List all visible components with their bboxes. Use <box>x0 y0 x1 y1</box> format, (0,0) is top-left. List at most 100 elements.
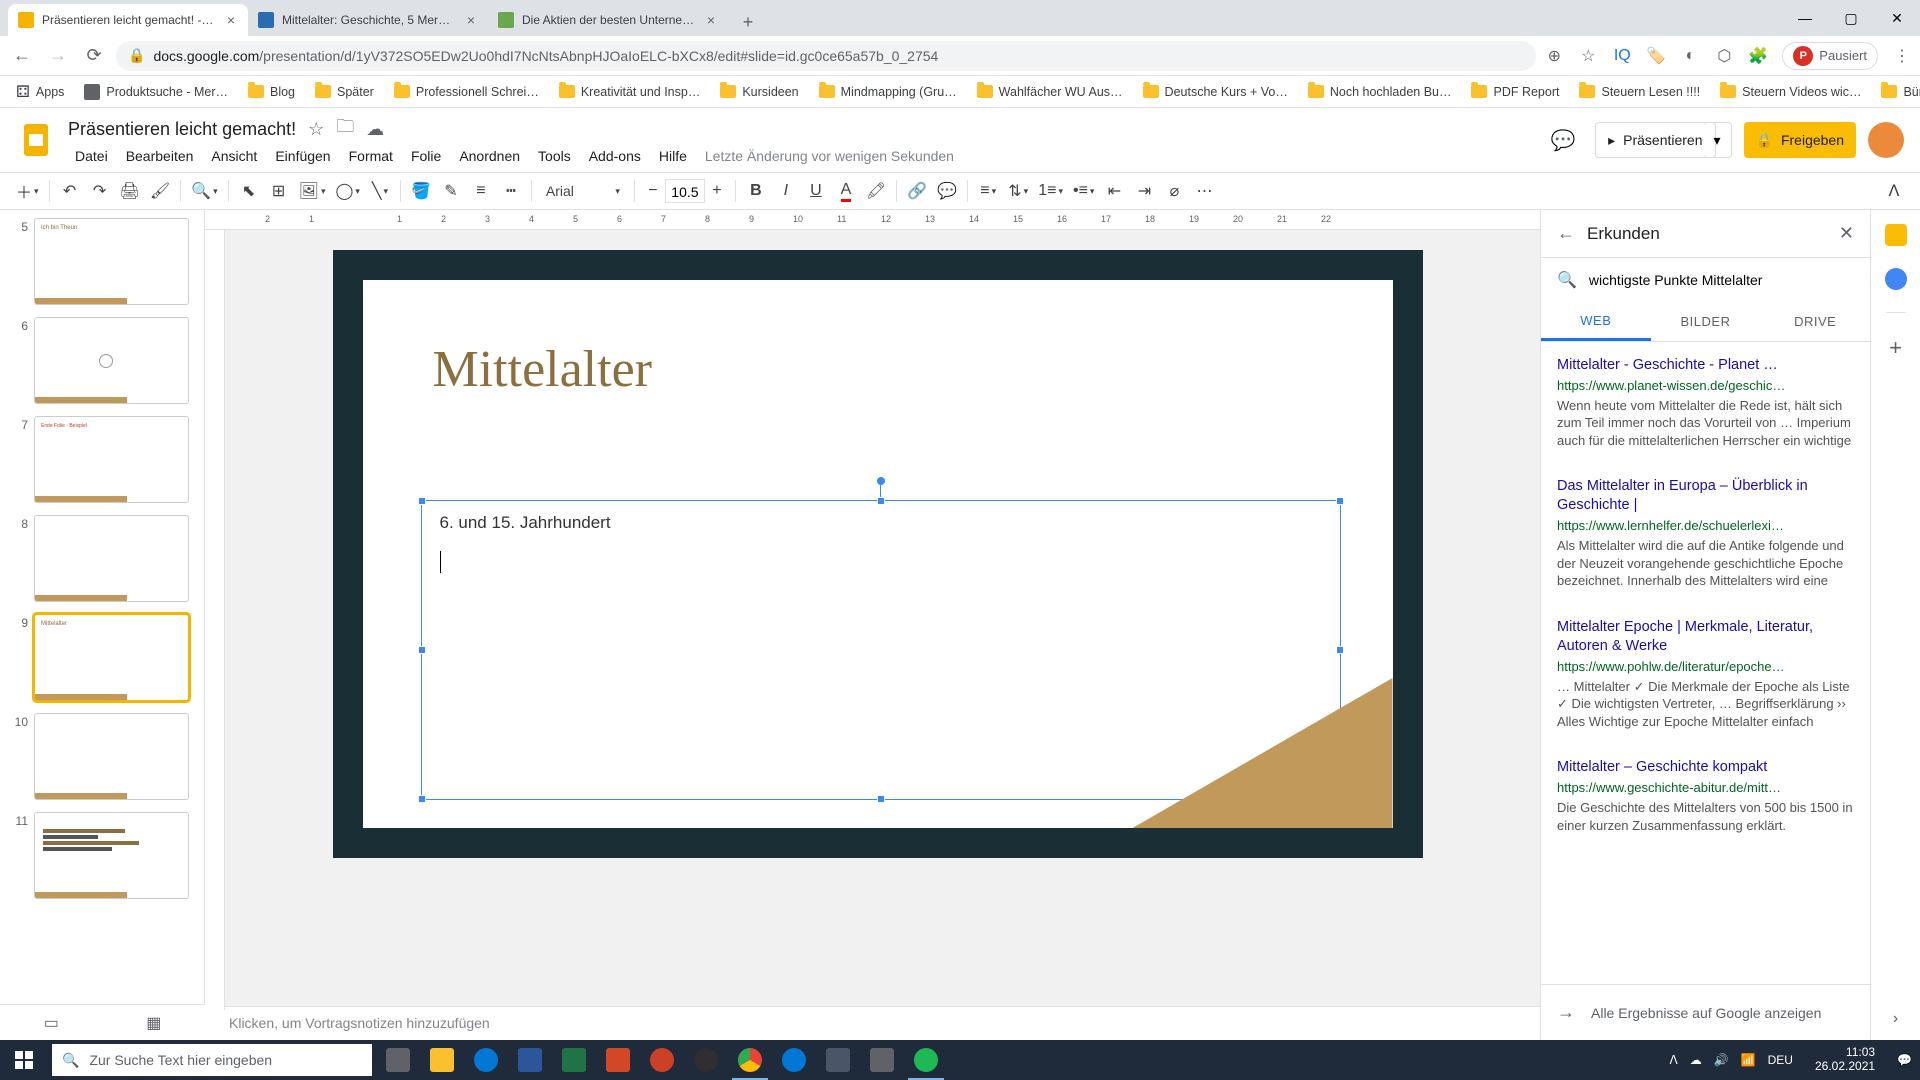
menu-item[interactable]: Bearbeiten <box>119 146 201 166</box>
back-button[interactable]: ← <box>8 42 36 70</box>
shape-tool[interactable]: ◯▾ <box>331 177 363 205</box>
paint-format-button[interactable]: 🖌 <box>146 177 174 205</box>
align-button[interactable]: ≡▾ <box>974 177 1002 205</box>
clear-format-button[interactable]: ⌀ <box>1160 177 1188 205</box>
search-result[interactable]: Mittelalter Epoche | Merkmale, Literatur… <box>1557 604 1854 744</box>
menu-item[interactable]: Anordnen <box>452 146 527 166</box>
bookmark-item[interactable]: Steuern Videos wic… <box>1712 81 1869 103</box>
border-color-button[interactable]: ✎ <box>437 177 465 205</box>
resize-handle[interactable] <box>1336 646 1344 654</box>
bold-button[interactable]: B <box>742 177 770 205</box>
menu-item[interactable]: Folie <box>404 146 448 166</box>
result-title[interactable]: Das Mittelalter in Europa – Überblick in… <box>1557 477 1854 515</box>
menu-item[interactable]: Ansicht <box>204 146 264 166</box>
excel-button[interactable] <box>552 1040 596 1080</box>
collapse-toolbar-button[interactable]: ᐱ <box>1880 177 1908 205</box>
result-title[interactable]: Mittelalter – Geschichte kompakt <box>1557 758 1854 777</box>
bookmark-item[interactable]: Kreativität und Insp… <box>551 81 709 103</box>
slide-thumbnail[interactable] <box>34 713 189 800</box>
comment-button[interactable]: 💬 <box>933 177 961 205</box>
file-explorer-button[interactable] <box>420 1040 464 1080</box>
bookmark-item[interactable]: Mindmapping (Gru… <box>811 81 965 103</box>
obs-button[interactable] <box>684 1040 728 1080</box>
search-result[interactable]: Mittelalter - Geschichte - Planet …https… <box>1557 342 1854 463</box>
extension-icon[interactable]: ⬡ <box>1714 46 1734 66</box>
extension-icon[interactable]: ◐ <box>1680 46 1700 66</box>
tab-images[interactable]: BILDER <box>1651 302 1761 341</box>
task-view-button[interactable] <box>376 1040 420 1080</box>
border-dash-button[interactable]: ┅ <box>497 177 525 205</box>
menu-button[interactable]: ⋮ <box>1892 46 1912 66</box>
bookmark-item[interactable]: Kursideen <box>712 81 806 103</box>
extension-icon[interactable]: IQ <box>1612 46 1632 66</box>
close-icon[interactable]: × <box>464 13 478 27</box>
slide-thumbnail[interactable]: Erste Folie - Beispiel <box>34 416 189 503</box>
edge-button[interactable] <box>464 1040 508 1080</box>
line-tool[interactable]: ╲▾ <box>366 177 394 205</box>
resize-handle[interactable] <box>418 497 426 505</box>
minimize-button[interactable]: — <box>1782 0 1828 36</box>
transition-icon[interactable] <box>12 565 26 579</box>
explore-footer[interactable]: → Alle Ergebnisse auf Google anzeigen <box>1541 984 1870 1040</box>
bullet-list-button[interactable]: •≡▾ <box>1069 177 1098 205</box>
app-button[interactable] <box>772 1040 816 1080</box>
add-addon-button[interactable]: + <box>1889 335 1902 361</box>
taskbar-search[interactable]: 🔍 Zur Suche Text hier eingeben <box>52 1044 372 1076</box>
thumbnail-row[interactable]: 10 <box>4 713 200 800</box>
text-color-button[interactable]: A <box>832 177 860 205</box>
bookmark-item[interactable]: PDF Report <box>1463 81 1567 103</box>
fontsize-decrease[interactable]: − <box>641 179 665 203</box>
browser-tab[interactable]: Präsentieren leicht gemacht! - G… × <box>8 4 248 36</box>
tasks-icon[interactable] <box>1885 268 1907 290</box>
app-button[interactable] <box>640 1040 684 1080</box>
transition-icon[interactable] <box>12 763 26 777</box>
thumbnail-row[interactable]: 6 <box>4 317 200 404</box>
powerpoint-button[interactable] <box>596 1040 640 1080</box>
bookmark-item[interactable]: ⚃Apps <box>8 78 72 106</box>
bookmark-item[interactable]: Wahlfächer WU Aus… <box>969 81 1131 103</box>
language-indicator[interactable]: DEU <box>1768 1053 1793 1067</box>
transition-icon[interactable] <box>12 862 26 876</box>
explore-results[interactable]: Mittelalter - Geschichte - Planet …https… <box>1541 342 1870 984</box>
start-button[interactable] <box>0 1040 48 1080</box>
menu-item[interactable]: Einfügen <box>268 146 337 166</box>
star-icon[interactable]: ☆ <box>1578 46 1598 66</box>
share-button[interactable]: 🔒 Freigeben <box>1744 122 1856 158</box>
close-icon[interactable]: × <box>224 13 238 27</box>
reload-button[interactable]: ⟳ <box>80 42 108 70</box>
italic-button[interactable]: I <box>772 177 800 205</box>
menu-item[interactable]: Hilfe <box>652 146 694 166</box>
more-tools-button[interactable]: ⋯ <box>1190 177 1218 205</box>
volume-icon[interactable]: 🔊 <box>1714 1053 1729 1067</box>
line-spacing-button[interactable]: ⇅▾ <box>1004 177 1032 205</box>
extension-icon[interactable]: 🏷️ <box>1646 46 1666 66</box>
undo-button[interactable]: ↶ <box>56 177 84 205</box>
new-slide-button[interactable]: ＋▾ <box>12 177 43 205</box>
bookmark-item[interactable]: Professionell Schrei… <box>386 81 547 103</box>
last-edit-label[interactable]: Letzte Änderung vor wenigen Sekunden <box>698 146 961 166</box>
numbered-list-button[interactable]: 1≡▾ <box>1034 177 1067 205</box>
font-select[interactable]: Arial▾ <box>538 177 628 205</box>
maximize-button[interactable]: ▢ <box>1828 0 1874 36</box>
url-input[interactable]: 🔒 docs.google.com/presentation/d/1yV372S… <box>116 41 1536 71</box>
bookmark-item[interactable]: Blog <box>240 81 303 103</box>
slide-thumbnail[interactable] <box>34 515 189 602</box>
highlight-button[interactable]: 🖍 <box>862 177 890 205</box>
forward-button[interactable]: → <box>44 42 72 70</box>
present-button[interactable]: ▸ Präsentieren <box>1595 122 1715 158</box>
menu-item[interactable]: Tools <box>531 146 578 166</box>
underline-button[interactable]: U <box>802 177 830 205</box>
slide-thumbnails[interactable]: 5Ich bin Theun67Erste Folie - Beispiel89… <box>0 210 205 1040</box>
slides-logo[interactable] <box>16 120 56 160</box>
profile-button[interactable]: P Pausiert <box>1782 42 1878 70</box>
search-result[interactable]: Mittelalter – Geschichte kompakthttps://… <box>1557 744 1854 848</box>
search-result[interactable]: Das Mittelalter in Europa – Überblick in… <box>1557 463 1854 603</box>
resize-handle[interactable] <box>877 795 885 803</box>
redo-button[interactable]: ↷ <box>86 177 114 205</box>
grid-view-button[interactable]: ▦ <box>103 1005 206 1040</box>
indent-increase-button[interactable]: ⇥ <box>1130 177 1158 205</box>
font-size-input[interactable]: 10.5 <box>665 179 705 203</box>
bookmark-item[interactable]: Steuern Lesen !!!! <box>1571 81 1708 103</box>
cloud-icon[interactable]: ☁ <box>1690 1053 1702 1067</box>
thumbnail-row[interactable]: 8 <box>4 515 200 602</box>
